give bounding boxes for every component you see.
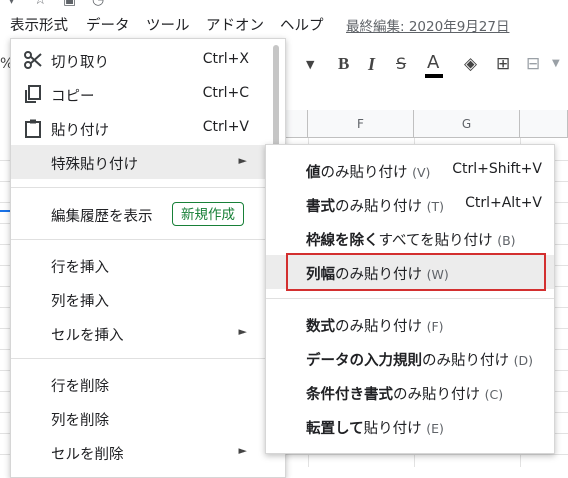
menu-item-paste[interactable]: 貼り付け Ctrl+V: [11, 111, 273, 145]
menu-item-label: 貼り付け: [51, 123, 109, 139]
menu-item-label: 切り取り: [51, 55, 109, 71]
menu-divider: [11, 187, 273, 188]
shortcut-label: Ctrl+V: [202, 119, 249, 135]
menu-item-copy[interactable]: コピー Ctrl+C: [11, 77, 273, 111]
menu-divider: [266, 298, 554, 299]
menu-item-label: 値のみ貼り付け (V): [306, 165, 431, 181]
menu-item-delete-column[interactable]: 列を削除: [11, 401, 273, 435]
new-badge: 新規作成: [172, 202, 244, 226]
menu-item-delete-cells[interactable]: セルを削除 ►: [11, 435, 273, 469]
menu-item-paste-conditional-format[interactable]: 条件付き書式のみ貼り付け (C): [266, 375, 554, 409]
font-size-dropdown-icon[interactable]: ▼: [306, 58, 314, 71]
menu-item-label: データの入力規則のみ貼り付け (D): [306, 353, 533, 369]
menu-item-paste-data-validation[interactable]: データの入力規則のみ貼り付け (D): [266, 341, 554, 375]
text-color-button[interactable]: A: [427, 52, 439, 73]
menu-item-insert-row[interactable]: 行を挿入: [11, 248, 273, 282]
shortcut-label: Ctrl+Alt+V: [465, 195, 542, 211]
menu-item-label: 行を挿入: [51, 260, 109, 276]
paste-special-submenu: 値のみ貼り付け (V) Ctrl+Shift+V 書式のみ貼り付け (T) Ct…: [265, 144, 555, 454]
menu-item-cut[interactable]: 切り取り Ctrl+X: [11, 43, 273, 77]
menu-item-label: 編集履歴を表示: [51, 209, 153, 225]
menu-item-delete-row[interactable]: 行を削除: [11, 367, 273, 401]
menu-item-label: 列を挿入: [51, 294, 109, 310]
menu-data[interactable]: データ: [86, 14, 130, 35]
move-icon[interactable]: ▣: [63, 0, 76, 8]
menu-item-paste-special[interactable]: 特殊貼り付け ►: [11, 145, 273, 179]
merge-cells-icon[interactable]: ⊟: [526, 54, 540, 74]
title-icon-1[interactable]: ▾: [8, 0, 15, 8]
merge-dropdown-icon[interactable]: ▼: [552, 58, 560, 69]
submenu-arrow-icon: ►: [238, 444, 247, 457]
menu-format[interactable]: 表示形式: [10, 14, 68, 35]
fill-color-icon[interactable]: ◈: [464, 54, 477, 74]
scissors-icon: [24, 51, 42, 69]
copy-icon: [25, 85, 41, 103]
text-color-indicator: [425, 74, 443, 78]
menu-divider: [11, 358, 273, 359]
star-icon[interactable]: ☆: [34, 0, 47, 8]
borders-icon[interactable]: ⊞: [496, 54, 510, 74]
menu-item-paste-formula-only[interactable]: 数式のみ貼り付け (F): [266, 307, 554, 341]
submenu-arrow-icon: ►: [238, 154, 247, 167]
menu-help[interactable]: ヘルプ: [280, 14, 324, 35]
cloud-status-icon[interactable]: ◔: [92, 0, 104, 8]
menu-item-label: 書式のみ貼り付け (T): [306, 199, 444, 215]
italic-button[interactable]: I: [368, 54, 375, 75]
submenu-arrow-icon: ►: [238, 325, 247, 338]
menu-item-insert-column[interactable]: 列を挿入: [11, 282, 273, 316]
menu-item-label: 条件付き書式のみ貼り付け (C): [306, 387, 504, 403]
menubar: 表示形式 データ ツール アドオン ヘルプ 最終編集: 2020年9月27日: [0, 14, 568, 40]
menu-addons[interactable]: アドオン: [206, 14, 264, 35]
menu-item-label: セルを挿入: [51, 328, 124, 344]
menu-item-label: 数式のみ貼り付け (F): [306, 319, 444, 335]
bold-button[interactable]: B: [338, 54, 349, 74]
menu-item-label: コピー: [51, 89, 95, 105]
strikethrough-button[interactable]: S: [396, 54, 406, 73]
menu-scrollbar[interactable]: [273, 45, 279, 155]
highlight-annotation-box: [286, 253, 546, 291]
title-icons-row: ▾ ☆ ▣ ◔: [0, 0, 568, 8]
menu-item-label: 列を削除: [51, 413, 109, 429]
menu-divider: [11, 239, 273, 240]
menu-item-label: 転置して貼り付け (E): [306, 421, 444, 437]
column-header-h[interactable]: [520, 110, 568, 138]
last-edit-link[interactable]: 最終編集: 2020年9月27日: [346, 15, 509, 35]
menu-item-insert-cells[interactable]: セルを挿入 ►: [11, 316, 273, 350]
menu-item-paste-values-only[interactable]: 値のみ貼り付け (V) Ctrl+Shift+V: [266, 153, 554, 187]
menu-item-label: セルを削除: [51, 447, 124, 463]
menu-item-label: 行を削除: [51, 379, 109, 395]
menu-item-label: 特殊貼り付け: [51, 157, 138, 173]
menu-item-paste-no-borders[interactable]: 枠線を除くすべてを貼り付け (B): [266, 221, 554, 255]
shortcut-label: Ctrl+C: [202, 85, 249, 101]
column-header-g[interactable]: G: [414, 110, 520, 138]
shortcut-label: Ctrl+X: [202, 51, 249, 67]
menu-item-label: 枠線を除くすべてを貼り付け (B): [306, 233, 516, 249]
menu-item-paste-transpose[interactable]: 転置して貼り付け (E): [266, 409, 554, 443]
column-header-f[interactable]: F: [308, 110, 414, 138]
menu-item-paste-format-only[interactable]: 書式のみ貼り付け (T) Ctrl+Alt+V: [266, 187, 554, 221]
clipboard-icon: [25, 119, 41, 138]
menu-tools[interactable]: ツール: [146, 14, 190, 35]
cell-context-menu: 切り取り Ctrl+X コピー Ctrl+C 貼り付け Ctrl+V 特殊貼り付…: [10, 38, 286, 478]
shortcut-label: Ctrl+Shift+V: [452, 161, 542, 177]
